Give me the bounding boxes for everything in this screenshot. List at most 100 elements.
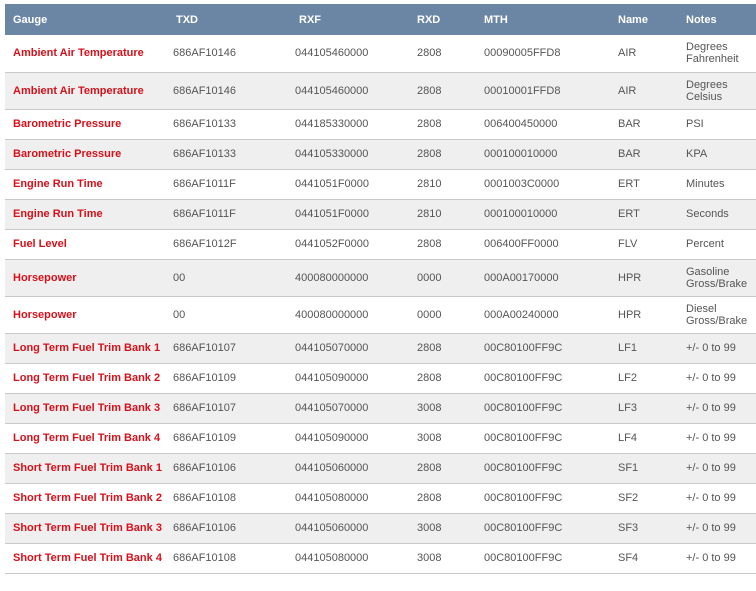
name-cell: SF1 — [618, 453, 686, 484]
notes-line: Gross/Brake — [686, 314, 748, 327]
txd-cell: 00 — [173, 296, 295, 334]
rxd-cell: 2810 — [417, 199, 484, 230]
table-body: Ambient Air Temperature 686AF10146 0441054… — [5, 35, 756, 574]
rxf-cell: 400080000000 — [295, 296, 417, 334]
mth-cell: 0001003C0000 — [484, 169, 618, 200]
rxf-cell: 044105060000 — [295, 453, 417, 484]
name-cell: LF2 — [618, 363, 686, 394]
rxf-cell: 0441052F0000 — [295, 229, 417, 260]
notes-line: KPA — [686, 148, 708, 160]
notes-line: +/- 0 to 99 — [686, 462, 736, 474]
table-row: Fuel Level 686AF1012F 0441052F0000 2808 0064… — [5, 229, 756, 260]
rxf-cell: 044105090000 — [295, 423, 417, 454]
gauge-cell: Long Term Fuel Trim Bank 1 — [5, 333, 173, 364]
gauge-cell: Ambient Air Temperature — [5, 72, 173, 110]
table-row: Engine Run Time 686AF1011F 0441051F0000 281… — [5, 169, 756, 200]
rxf-cell: 044105460000 — [295, 35, 417, 73]
notes-cell: +/- 0 to 99 — [686, 543, 756, 574]
notes-line: Degrees — [686, 41, 728, 54]
notes-line: Gasoline — [686, 265, 730, 278]
notes-line: Degrees — [686, 78, 728, 91]
mth-cell: 000100010000 — [484, 199, 618, 230]
rxd-cell: 2808 — [417, 109, 484, 140]
table-row: Barometric Pressure 686AF10133 04410533000… — [5, 139, 756, 170]
txd-cell: 00 — [173, 259, 295, 297]
notes-line: Fahrenheit — [686, 53, 739, 66]
table-row: Barometric Pressure 686AF10133 04418533000… — [5, 109, 756, 140]
notes-line: PSI — [686, 118, 704, 130]
column-header-name: Name — [618, 4, 686, 35]
mth-cell: 000100010000 — [484, 139, 618, 170]
txd-cell: 686AF10146 — [173, 72, 295, 110]
gauge-cell: Long Term Fuel Trim Bank 4 — [5, 423, 173, 454]
notes-line: +/- 0 to 99 — [686, 372, 736, 384]
gauge-cell: Engine Run Time — [5, 199, 173, 230]
mth-cell: 00C80100FF9C — [484, 483, 618, 514]
mth-cell: 00C80100FF9C — [484, 363, 618, 394]
table-row: Long Term Fuel Trim Bank 3 686AF10107 0441… — [5, 393, 756, 424]
rxf-cell: 0441051F0000 — [295, 199, 417, 230]
column-header-gauge: Gauge — [5, 4, 173, 35]
txd-cell: 686AF10107 — [173, 393, 295, 424]
notes-cell: +/- 0 to 99 — [686, 393, 756, 424]
notes-cell: KPA — [686, 139, 756, 170]
column-header-rxd: RXD — [417, 4, 484, 35]
notes-line: Minutes — [686, 178, 725, 190]
notes-cell: Degrees Celsius — [686, 72, 756, 110]
mth-cell: 00090005FFD8 — [484, 35, 618, 73]
mth-cell: 00C80100FF9C — [484, 543, 618, 574]
rxd-cell: 2808 — [417, 333, 484, 364]
txd-cell: 686AF10109 — [173, 363, 295, 394]
notes-line: +/- 0 to 99 — [686, 492, 736, 504]
txd-cell: 686AF10108 — [173, 483, 295, 514]
notes-cell: Diesel Gross/Brake — [686, 296, 756, 334]
notes-cell: +/- 0 to 99 — [686, 513, 756, 544]
rxd-cell: 0000 — [417, 296, 484, 334]
rxf-cell: 044105330000 — [295, 139, 417, 170]
name-cell: AIR — [618, 35, 686, 73]
table-row: Short Term Fuel Trim Bank 4 686AF10108 044… — [5, 543, 756, 574]
notes-cell: +/- 0 to 99 — [686, 363, 756, 394]
rxf-cell: 044105070000 — [295, 393, 417, 424]
txd-cell: 686AF10133 — [173, 139, 295, 170]
mth-cell: 00C80100FF9C — [484, 393, 618, 424]
name-cell: FLV — [618, 229, 686, 260]
table-row: Engine Run Time 686AF1011F 0441051F0000 281… — [5, 199, 756, 230]
mth-cell: 006400FF0000 — [484, 229, 618, 260]
notes-line: +/- 0 to 99 — [686, 552, 736, 564]
rxd-cell: 3008 — [417, 543, 484, 574]
gauge-table: Gauge TXD RXF RXD MTH Name Notes Ambient… — [5, 4, 756, 574]
gauge-cell: Short Term Fuel Trim Bank 1 — [5, 453, 173, 484]
mth-cell: 00C80100FF9C — [484, 423, 618, 454]
mth-cell: 00C80100FF9C — [484, 333, 618, 364]
notes-line: Percent — [686, 238, 724, 250]
table-row: Short Term Fuel Trim Bank 1 686AF10106 044… — [5, 453, 756, 484]
notes-cell: Percent — [686, 229, 756, 260]
notes-line: Seconds — [686, 208, 729, 220]
name-cell: HPR — [618, 259, 686, 297]
table-row: Short Term Fuel Trim Bank 3 686AF10106 044… — [5, 513, 756, 544]
rxf-cell: 044105080000 — [295, 483, 417, 514]
rxf-cell: 044105080000 — [295, 543, 417, 574]
notes-line: Gross/Brake — [686, 277, 748, 290]
name-cell: ERT — [618, 169, 686, 200]
name-cell: SF3 — [618, 513, 686, 544]
mth-cell: 006400450000 — [484, 109, 618, 140]
notes-cell: +/- 0 to 99 — [686, 453, 756, 484]
gauge-cell: Ambient Air Temperature — [5, 35, 173, 73]
mth-cell: 00010001FFD8 — [484, 72, 618, 110]
rxd-cell: 2808 — [417, 35, 484, 73]
gauge-cell: Horsepower — [5, 296, 173, 334]
mth-cell: 00C80100FF9C — [484, 453, 618, 484]
rxf-cell: 044105060000 — [295, 513, 417, 544]
txd-cell: 686AF10106 — [173, 453, 295, 484]
notes-line: +/- 0 to 99 — [686, 342, 736, 354]
notes-line: +/- 0 to 99 — [686, 522, 736, 534]
rxf-cell: 044185330000 — [295, 109, 417, 140]
notes-line: Diesel — [686, 302, 717, 315]
table-row: Short Term Fuel Trim Bank 2 686AF10108 044… — [5, 483, 756, 514]
gauge-cell: Short Term Fuel Trim Bank 3 — [5, 513, 173, 544]
name-cell: SF4 — [618, 543, 686, 574]
gauge-cell: Fuel Level — [5, 229, 173, 260]
notes-cell: +/- 0 to 99 — [686, 423, 756, 454]
